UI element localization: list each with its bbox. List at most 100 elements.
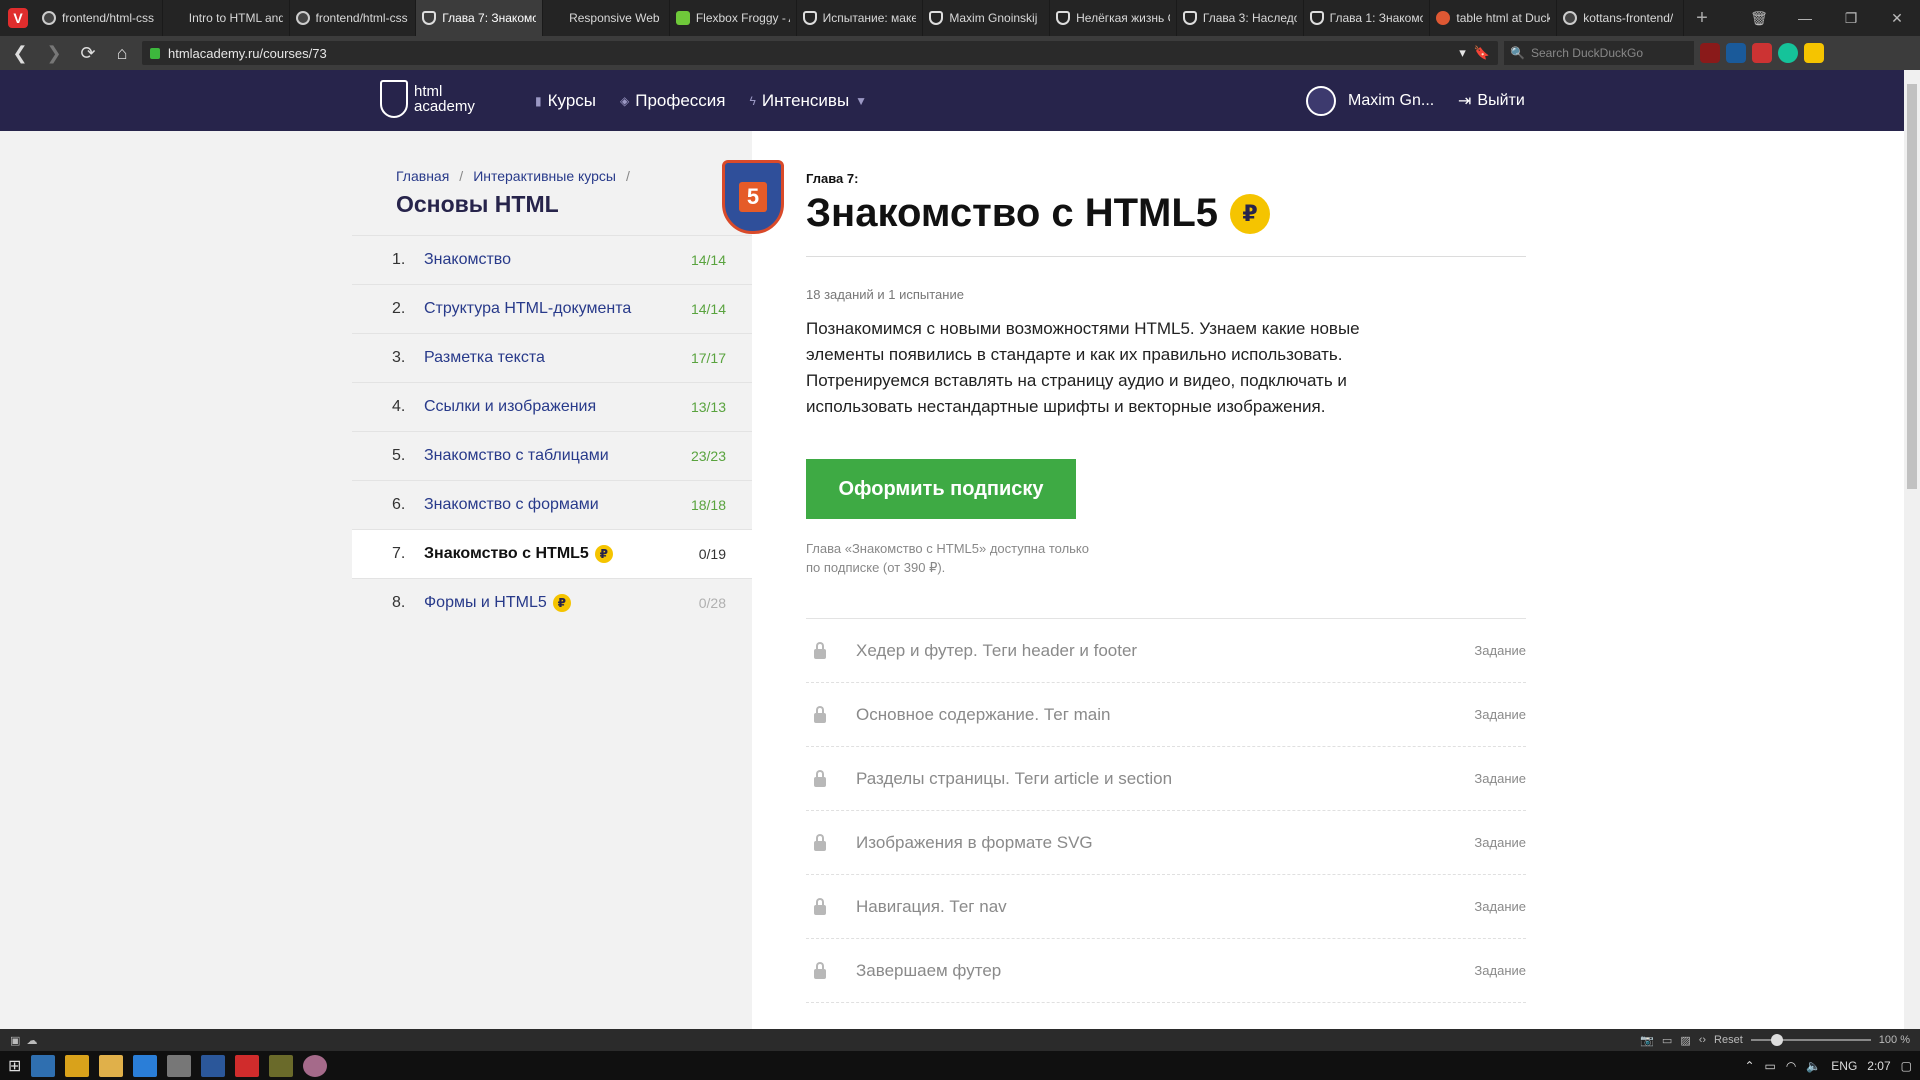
shield-icon — [1309, 11, 1324, 25]
app-icon[interactable] — [269, 1054, 294, 1077]
subscribe-button[interactable]: Оформить подписку — [806, 459, 1076, 519]
chapter-item[interactable]: 6. Знакомство с формами 18/18 — [352, 480, 752, 529]
task-title: Разделы страницы. Теги article и section — [856, 768, 1173, 788]
notifications-icon[interactable]: ▢ — [1901, 1059, 1912, 1073]
notepad-icon[interactable] — [167, 1054, 192, 1077]
tab-item[interactable]: Испытание: маке — [797, 0, 924, 36]
zoom-reset-button[interactable]: Reset — [1714, 1034, 1743, 1046]
tiling-icon[interactable]: ▭ — [1662, 1034, 1672, 1047]
task-item[interactable]: Завершаем футер Задание — [806, 939, 1526, 1003]
tab-item[interactable]: Flexbox Froggy - A — [670, 0, 797, 36]
github-icon — [42, 11, 56, 25]
page-content: Главная / Интерактивные курсы / Основы H… — [0, 131, 1904, 1029]
zoom-slider[interactable] — [1750, 1034, 1871, 1046]
zoom-slider-knob[interactable] — [1770, 1034, 1783, 1046]
task-item[interactable]: Хедер и футер. Теги header и footer Задан… — [806, 619, 1526, 683]
chapter-item[interactable]: 5. Знакомство с таблицами 23/23 — [352, 431, 752, 480]
image-icon[interactable]: ▨ — [1680, 1034, 1690, 1047]
cloud-icon[interactable]: ☁ — [27, 1034, 38, 1047]
tab-item[interactable]: kottans-frontend/ — [1557, 0, 1684, 36]
tab-item[interactable]: frontend/html-css — [36, 0, 163, 36]
reload-button[interactable]: ⟳ — [74, 39, 102, 67]
code-icon[interactable]: ‹› — [1699, 1034, 1706, 1046]
forward-button[interactable]: ❯ — [40, 39, 68, 67]
tab-label: Глава 3: Наследо — [1202, 11, 1297, 25]
nav-courses[interactable]: ▮ Курсы — [535, 91, 596, 111]
chapter-item[interactable]: 8. Формы и HTML5 ₽0/28 — [352, 578, 752, 627]
chrome-icon[interactable] — [65, 1054, 90, 1077]
back-button[interactable]: ❮ — [6, 39, 34, 67]
breadcrumb-home[interactable]: Главная — [396, 168, 449, 184]
chapter-number: 6. — [392, 496, 406, 513]
tray-chevron-icon[interactable]: ⌃ — [1744, 1059, 1754, 1073]
restore-icon[interactable]: ❐ — [1828, 10, 1874, 27]
search-field[interactable]: 🔍 Search DuckDuckGo — [1504, 41, 1694, 65]
explorer-icon[interactable] — [99, 1054, 124, 1077]
panel-toggle-icon[interactable]: ▣ — [10, 1034, 20, 1047]
task-item[interactable]: Изображения в формате SVG Задание — [806, 811, 1526, 875]
htmlacademy-logo[interactable]: html academy — [380, 80, 475, 118]
trash-icon[interactable]: 🗑 — [1736, 10, 1782, 27]
chapter-progress: 17/17 — [690, 350, 726, 366]
chapter-item[interactable]: 3. Разметка текста 17/17 — [352, 333, 752, 382]
tab-label: Испытание: маке — [822, 11, 917, 25]
tab-item[interactable]: Maxim Gnoinskij — [923, 0, 1051, 36]
close-icon[interactable]: ✕ — [1874, 10, 1920, 27]
home-button[interactable]: ⌂ — [108, 39, 136, 67]
scrollbar-thumb[interactable] — [1907, 84, 1917, 489]
url-field[interactable]: htmlacademy.ru/courses/73 ▾ 🔖 — [142, 41, 1498, 65]
bookmark-icon[interactable]: 🔖 — [1474, 45, 1490, 61]
extension-off-icon[interactable] — [1726, 43, 1746, 63]
clock[interactable]: 2:07 — [1867, 1059, 1890, 1073]
vscode-icon[interactable] — [133, 1054, 158, 1077]
word-icon[interactable] — [201, 1054, 226, 1077]
course-title[interactable]: Основы HTML — [396, 191, 559, 218]
language-indicator[interactable]: ENG — [1831, 1059, 1857, 1073]
breadcrumb-courses[interactable]: Интерактивные курсы — [473, 168, 616, 184]
lock-icon — [814, 897, 826, 915]
lastpass-icon[interactable] — [1752, 43, 1772, 63]
chapter-title: Знакомство с таблицами — [424, 447, 609, 464]
vivaldi-taskbar-icon[interactable] — [235, 1054, 260, 1077]
vivaldi-menu-button[interactable]: V — [0, 0, 36, 36]
user-profile-link[interactable]: Maxim Gn... — [1306, 70, 1434, 131]
tab-item[interactable]: Глава 7: Знакомс — [416, 0, 544, 36]
camera-icon[interactable]: 📷 — [1640, 1034, 1654, 1047]
grammarly-icon[interactable] — [1778, 43, 1798, 63]
battery-icon[interactable]: ▭ — [1765, 1059, 1776, 1073]
app2-icon[interactable] — [303, 1054, 328, 1077]
ublock-icon[interactable] — [1700, 43, 1720, 63]
new-tab-button[interactable]: + — [1684, 0, 1720, 36]
tab-item[interactable]: Responsive Web D — [543, 0, 670, 36]
lock-icon — [814, 769, 826, 787]
nav-profession[interactable]: ◈ Профессия — [620, 91, 726, 111]
extension-yellow-icon[interactable] — [1804, 43, 1824, 63]
windows-start-icon[interactable]: ⊞ — [8, 1056, 21, 1076]
tab-label: Intro to HTML and — [188, 11, 283, 25]
chapter-item[interactable]: 4. Ссылки и изображения 13/13 — [352, 382, 752, 431]
tab-item[interactable]: table html at Duck — [1430, 0, 1558, 36]
chapter-item[interactable]: 2. Структура HTML-документа 14/14 — [352, 284, 752, 333]
task-item[interactable]: Разделы страницы. Теги article и section… — [806, 747, 1526, 811]
tab-item[interactable]: frontend/html-css — [290, 0, 417, 36]
lock-icon-wrap — [806, 769, 856, 787]
tab-label: Глава 1: Знакомс — [1329, 11, 1424, 25]
tab-item[interactable]: Глава 3: Наследо — [1177, 0, 1304, 36]
chapter-item[interactable]: 1. Знакомство 14/14 — [352, 235, 752, 284]
task-item[interactable]: Навигация. Тег nav Задание — [806, 875, 1526, 939]
tab-item[interactable]: Глава 1: Знакомс — [1304, 0, 1431, 36]
lock-icon-wrap — [806, 833, 856, 851]
wifi-icon[interactable]: ◠ — [1786, 1059, 1796, 1073]
volume-icon[interactable]: 🔈 — [1806, 1059, 1821, 1073]
task-item[interactable]: Основное содержание. Тег main Задание — [806, 683, 1526, 747]
minimize-icon[interactable]: — — [1782, 10, 1828, 26]
tab-label: Нелёгкая жизнь С — [1076, 11, 1170, 25]
tab-item[interactable]: Нелёгкая жизнь С — [1050, 0, 1177, 36]
chapter-item[interactable]: 7. Знакомство с HTML5 ₽0/19 — [352, 529, 752, 578]
nav-intensives[interactable]: ϟ Интенсивы ▼ — [750, 91, 868, 111]
dropdown-icon[interactable]: ▾ — [1459, 45, 1466, 61]
logout-link[interactable]: ⇥ Выйти — [1458, 70, 1525, 131]
tab-item[interactable]: Intro to HTML and — [163, 0, 290, 36]
telegram-icon[interactable] — [31, 1054, 56, 1077]
page-scrollbar[interactable] — [1904, 70, 1920, 1029]
